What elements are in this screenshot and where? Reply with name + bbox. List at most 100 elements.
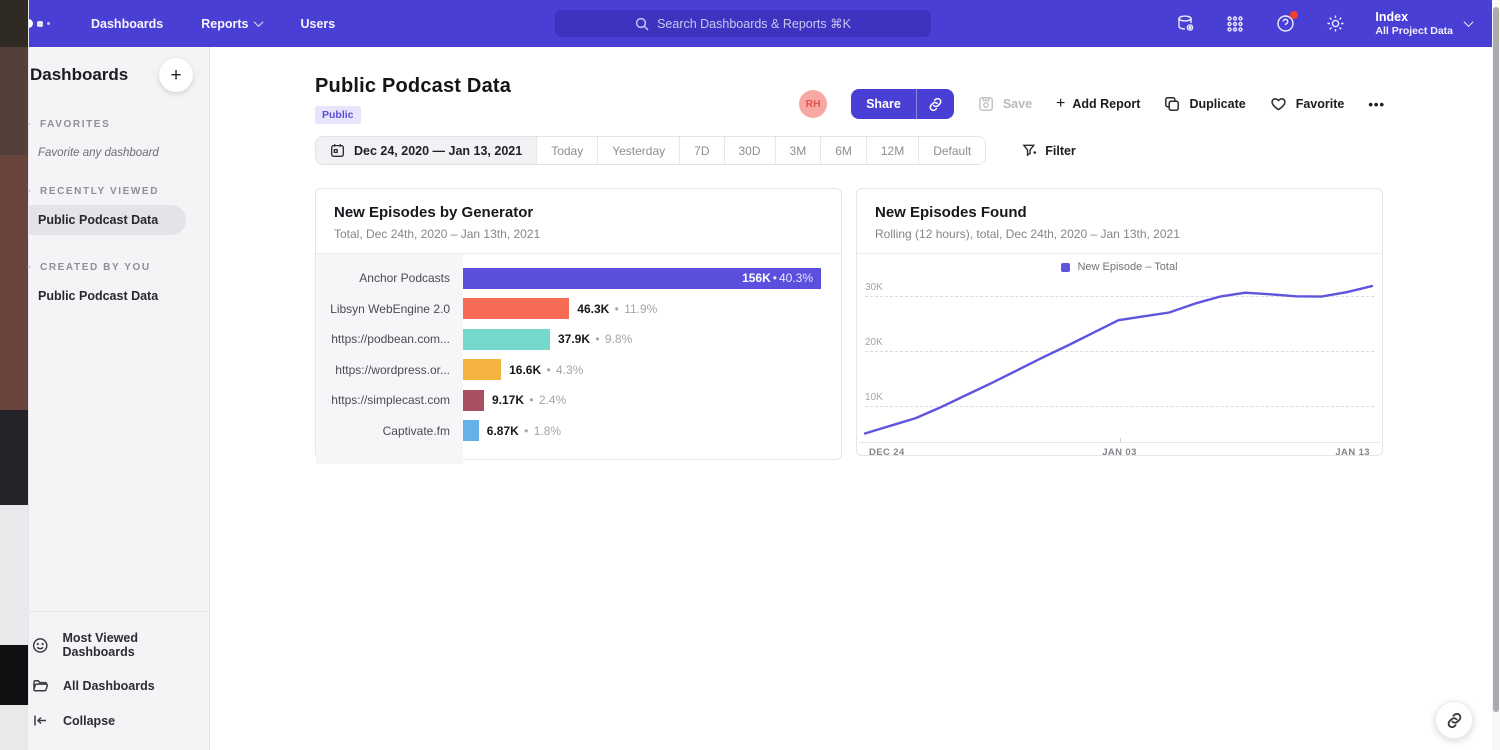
save-button[interactable]: Save [978, 96, 1032, 112]
floating-link-button[interactable] [1435, 701, 1473, 739]
dashboard-cards: New Episodes by Generator Total, Dec 24t… [315, 188, 1383, 460]
section-recently-viewed[interactable]: RECENTLY VIEWED [8, 186, 209, 197]
bar-category-label: Captivate.fm [316, 424, 463, 438]
add-report-button[interactable]: + Add Report [1056, 95, 1140, 113]
strip-seg [0, 410, 29, 505]
sidebar-title: Dashboards [30, 65, 128, 85]
search-input[interactable]: Search Dashboards & Reports ⌘K [555, 10, 931, 37]
preset-today[interactable]: Today [537, 137, 598, 164]
preset-yesterday[interactable]: Yesterday [598, 137, 680, 164]
more-options-button[interactable]: ••• [1368, 97, 1385, 112]
settings-gear-icon[interactable] [1325, 14, 1345, 34]
x-axis-tick: JAN 13 [1335, 447, 1370, 458]
chart-title: New Episodes by Generator [334, 204, 823, 221]
calendar-icon [330, 143, 345, 158]
dot-separator: • [529, 393, 533, 407]
duplicate-icon [1164, 96, 1180, 112]
bar-row[interactable]: https://wordpress.or... 16.6K • 4.3% [316, 355, 841, 386]
bar-row[interactable]: Libsyn WebEngine 2.0 46.3K • 11.9% [316, 294, 841, 325]
nav-item-label: Dashboards [91, 17, 163, 31]
section-created-by-you[interactable]: CREATED BY YOU [8, 262, 209, 273]
project-switcher[interactable]: Index All Project Data [1375, 10, 1472, 38]
nav-item-dashboards[interactable]: Dashboards [72, 0, 182, 47]
page-title: Public Podcast Data [315, 75, 511, 98]
filter-label: Filter [1045, 144, 1076, 158]
duplicate-label: Duplicate [1189, 97, 1245, 111]
date-range-group: Dec 24, 2020 — Jan 13, 2021 Today Yester… [315, 136, 986, 165]
sidebar-item-public-podcast-data[interactable]: Public Podcast Data [8, 205, 186, 235]
copy-link-button[interactable] [916, 89, 954, 119]
notification-dot [1290, 11, 1298, 19]
bar-chart-body: Anchor Podcasts 156K • 40.3% [316, 254, 841, 464]
bar [463, 298, 569, 319]
line-chart-card: New Episodes Found Rolling (12 hours), t… [856, 188, 1383, 456]
strip-seg [0, 705, 28, 750]
bar-row[interactable]: https://podbean.com... 37.9K • 9.8% [316, 324, 841, 355]
database-icon[interactable] [1175, 14, 1195, 34]
bar-value-label: 156K • 40.3% [742, 268, 813, 289]
top-nav: Dashboards Reports Users Search Dashboar… [8, 0, 1492, 47]
link-icon [1446, 712, 1463, 729]
strip-seg [0, 155, 29, 410]
strip-seg [0, 0, 29, 47]
collapse-sidebar-button[interactable]: Collapse [8, 703, 209, 738]
bar-row[interactable]: Anchor Podcasts 156K • 40.3% [316, 263, 841, 294]
section-favorites[interactable]: FAVORITES [8, 119, 209, 130]
bar-row[interactable]: Captivate.fm 6.87K • 1.8% [316, 416, 841, 447]
bar-category-label: Libsyn WebEngine 2.0 [316, 302, 463, 316]
nav-right-cluster: Index All Project Data [1175, 10, 1492, 38]
preset-30d[interactable]: 30D [725, 137, 776, 164]
app-window: Dashboards Reports Users Search Dashboar… [8, 0, 1492, 750]
search-icon [635, 17, 649, 31]
dot-separator: • [615, 302, 619, 316]
help-icon[interactable] [1275, 14, 1295, 34]
chart-subtitle: Rolling (12 hours), total, Dec 24th, 202… [875, 227, 1364, 241]
bar-chart-card: New Episodes by Generator Total, Dec 24t… [315, 188, 842, 460]
sidebar: Dashboards + FAVORITES Favorite any dash… [8, 47, 210, 750]
folder-icon [32, 677, 49, 694]
project-name: Index [1375, 10, 1453, 26]
nav-item-label: Reports [201, 17, 248, 31]
project-subtitle: All Project Data [1375, 25, 1453, 37]
chart-title: New Episodes Found [875, 204, 1364, 221]
apps-grid-icon[interactable] [1225, 14, 1245, 34]
section-label: FAVORITES [40, 119, 110, 130]
preset-default[interactable]: Default [919, 137, 985, 164]
section-label: RECENTLY VIEWED [40, 186, 159, 197]
bar-category-label: Anchor Podcasts [316, 271, 463, 285]
preset-6m[interactable]: 6M [821, 137, 867, 164]
date-range-picker[interactable]: Dec 24, 2020 — Jan 13, 2021 [316, 137, 537, 164]
preset-3m[interactable]: 3M [776, 137, 822, 164]
preset-7d[interactable]: 7D [680, 137, 724, 164]
preset-12m[interactable]: 12M [867, 137, 919, 164]
avatar[interactable]: RH [799, 90, 827, 118]
line-chart-body: New Episode – Total 30K 20K 10K DEC 24 J… [857, 254, 1382, 459]
header-actions: RH Share Save + [799, 89, 1385, 119]
nav-item-label: Users [300, 17, 335, 31]
bar-category-label: https://podbean.com... [316, 332, 463, 346]
date-toolbar: Dec 24, 2020 — Jan 13, 2021 Today Yester… [315, 136, 1076, 165]
share-button[interactable]: Share [851, 89, 916, 119]
scrollbar-thumb[interactable] [1493, 7, 1499, 712]
nav-item-reports[interactable]: Reports [182, 0, 281, 47]
dot-separator: • [595, 332, 599, 346]
bar [463, 329, 550, 350]
filter-button[interactable]: Filter [1022, 143, 1076, 158]
sidebar-item-public-podcast-data[interactable]: Public Podcast Data [8, 281, 209, 311]
line-series [858, 254, 1379, 442]
favorite-button[interactable]: Favorite [1270, 96, 1345, 112]
most-viewed-dashboards-button[interactable]: Most Viewed Dashboards [8, 622, 209, 668]
main-content: Public Podcast Data Public RH Share [210, 47, 1492, 750]
sidebar-footer: Most Viewed Dashboards All Dashboards Co… [8, 611, 209, 750]
all-dashboards-button[interactable]: All Dashboards [8, 668, 209, 703]
strip-seg [0, 505, 29, 645]
smiley-icon [32, 637, 48, 654]
save-icon [978, 96, 994, 112]
duplicate-button[interactable]: Duplicate [1164, 96, 1245, 112]
date-range-label: Dec 24, 2020 — Jan 13, 2021 [354, 144, 522, 158]
save-label: Save [1003, 97, 1032, 111]
bar-row[interactable]: https://simplecast.com 9.17K • 2.4% [316, 385, 841, 416]
search-placeholder: Search Dashboards & Reports ⌘K [657, 16, 851, 31]
nav-item-users[interactable]: Users [281, 0, 354, 47]
new-dashboard-button[interactable]: + [159, 58, 193, 92]
